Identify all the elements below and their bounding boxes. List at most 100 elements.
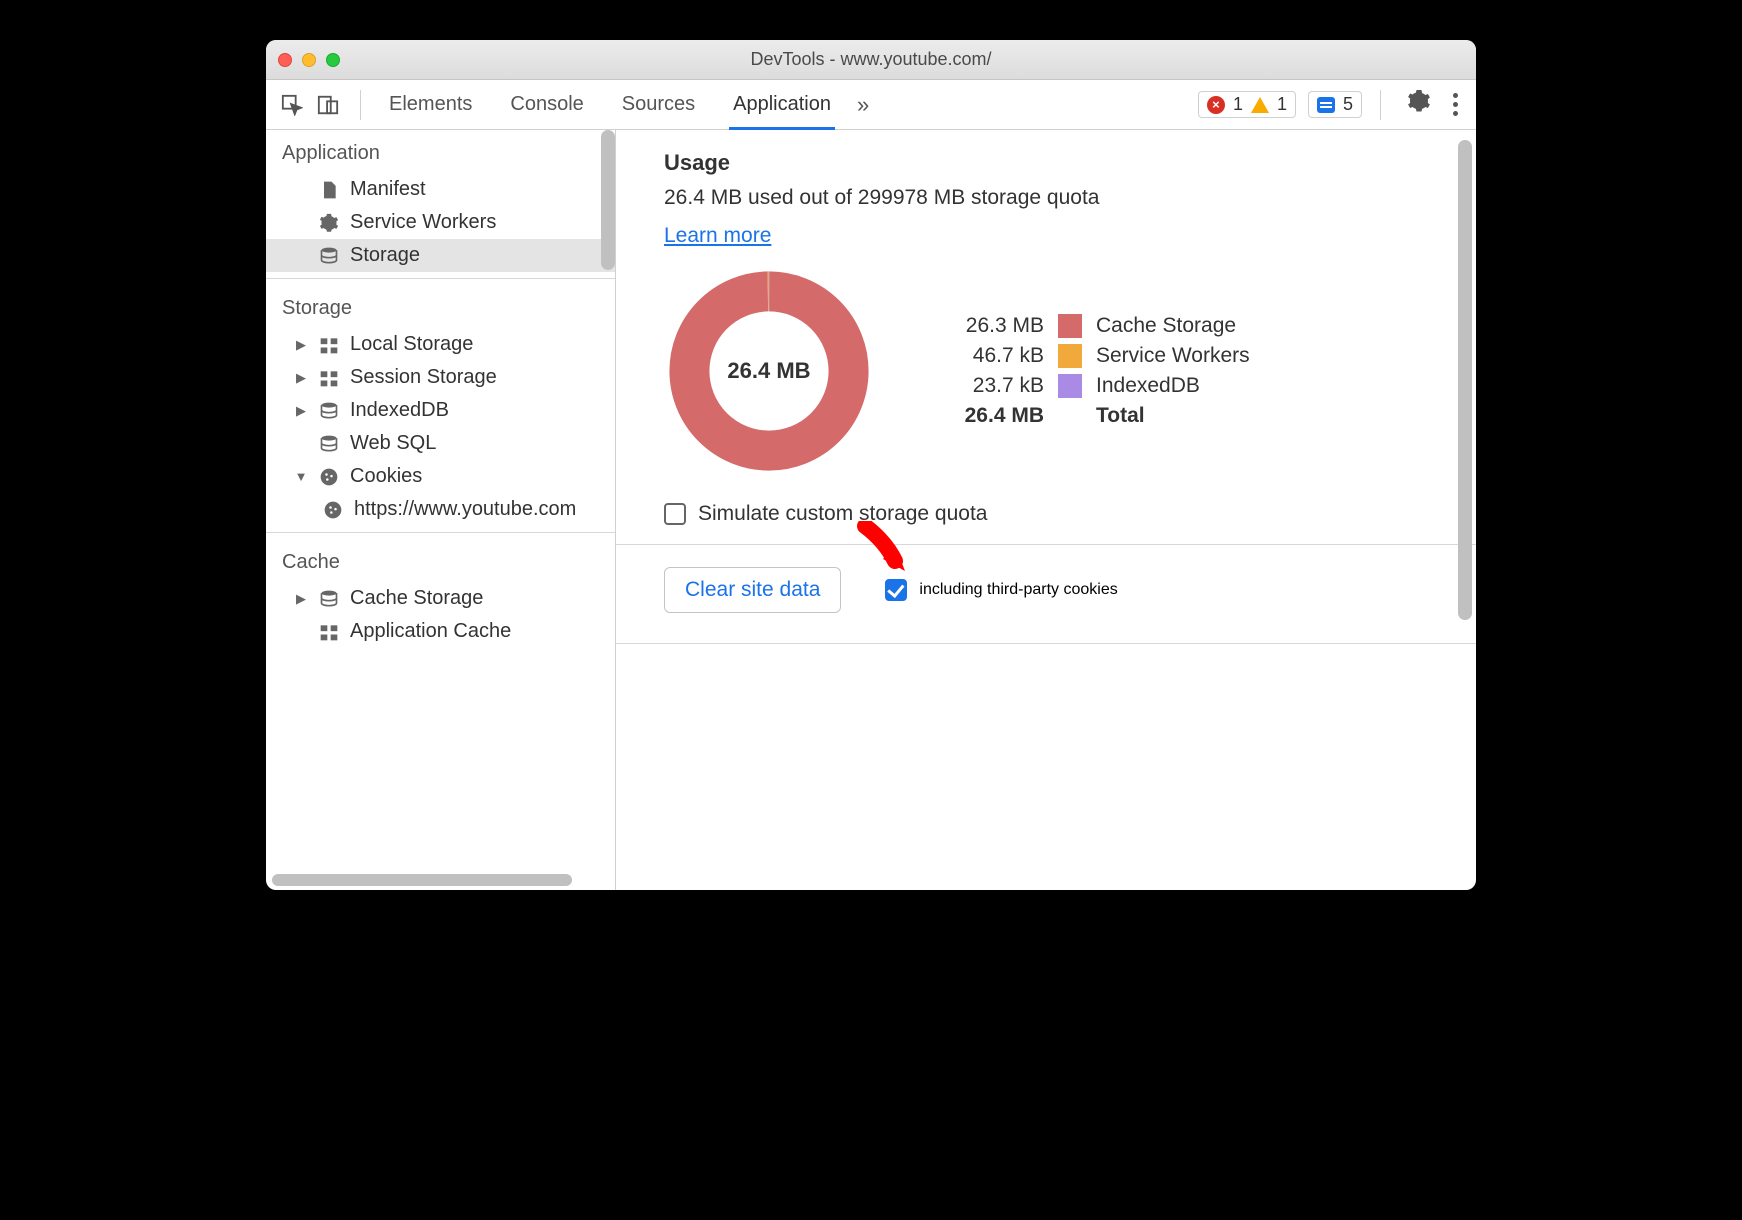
cookie-icon (322, 499, 344, 521)
warning-count: 1 (1277, 94, 1287, 115)
grid-icon (318, 621, 340, 643)
more-tabs-icon[interactable]: » (857, 92, 869, 118)
settings-icon[interactable] (1407, 89, 1431, 120)
legend-total-row: 26.4 MB Total (944, 404, 1250, 428)
sidebar-item-application-cache[interactable]: Application Cache (266, 615, 615, 648)
legend-swatch (1058, 314, 1082, 338)
sidebar-item-label: https://www.youtube.com (354, 498, 576, 521)
devtools-toolbar: Elements Console Sources Application » ×… (266, 80, 1476, 130)
db-icon (318, 400, 340, 422)
errors-warnings-counter[interactable]: × 1 1 (1198, 91, 1296, 118)
annotation-arrow-icon (855, 521, 915, 581)
application-sidebar: Application Manifest Service Workers Storag… (266, 130, 616, 890)
window-title: DevTools - www.youtube.com/ (266, 49, 1476, 70)
sidebar-item-label: Cookies (350, 465, 422, 488)
sidebar-item-label: IndexedDB (350, 399, 449, 422)
sidebar-scrollbar[interactable] (601, 130, 615, 270)
message-count: 5 (1343, 94, 1353, 115)
messages-counter[interactable]: 5 (1308, 91, 1362, 118)
legend-value: 26.4 MB (944, 404, 1044, 428)
sidebar-item-service-workers[interactable]: Service Workers (266, 206, 615, 239)
tab-application[interactable]: Application (729, 80, 835, 130)
legend-value: 26.3 MB (944, 314, 1044, 338)
legend-row: 26.3 MB Cache Storage (944, 314, 1250, 338)
third-party-cookies-checkbox[interactable] (885, 579, 907, 601)
legend-row: 46.7 kB Service Workers (944, 344, 1250, 368)
sidebar-item-storage[interactable]: Storage (266, 239, 615, 272)
tab-sources[interactable]: Sources (618, 80, 699, 130)
error-count: 1 (1233, 94, 1243, 115)
legend-value: 46.7 kB (944, 344, 1044, 368)
panel-body: Application Manifest Service Workers Storag… (266, 130, 1476, 890)
message-icon (1317, 97, 1335, 113)
clear-site-data-button[interactable]: Clear site data (664, 567, 841, 613)
legend-value: 23.7 kB (944, 374, 1044, 398)
sidebar-h-scrollbar[interactable] (272, 874, 572, 886)
device-toggle-icon[interactable] (314, 91, 342, 119)
sidebar-item-label: Application Cache (350, 620, 511, 643)
db-icon (318, 588, 340, 610)
donut-center-label: 26.4 MB (664, 266, 874, 476)
file-icon (318, 179, 340, 201)
legend-swatch (1058, 344, 1082, 368)
learn-more-link[interactable]: Learn more (664, 224, 771, 247)
grid-icon (318, 367, 340, 389)
sidebar-item-session-storage[interactable]: ▶Session Storage (266, 361, 615, 394)
simulate-quota-checkbox[interactable] (664, 503, 686, 525)
db-icon (318, 433, 340, 455)
separator (1380, 90, 1381, 120)
usage-chart-row: 26.4 MB 26.3 MB Cache Storage 46.7 kB Servi… (664, 266, 1428, 476)
tab-console[interactable]: Console (506, 80, 587, 130)
sidebar-item-child[interactable]: https://www.youtube.com (266, 493, 615, 526)
separator (266, 532, 615, 533)
usage-heading: Usage (664, 150, 1428, 176)
sidebar-item-local-storage[interactable]: ▶Local Storage (266, 328, 615, 361)
simulate-quota-label: Simulate custom storage quota (698, 502, 988, 526)
sidebar-item-label: Manifest (350, 178, 426, 201)
sidebar-item-manifest[interactable]: Manifest (266, 173, 615, 206)
third-party-cookies-label: including third-party cookies (919, 581, 1117, 599)
warning-icon (1251, 97, 1269, 113)
separator (360, 90, 361, 120)
legend-row: 23.7 kB IndexedDB (944, 374, 1250, 398)
sidebar-item-label: Cache Storage (350, 587, 483, 610)
sidebar-item-label: Service Workers (350, 211, 496, 234)
sidebar-item-cache-storage[interactable]: ▶Cache Storage (266, 582, 615, 615)
sidebar-item-label: Local Storage (350, 333, 473, 356)
sidebar-item-cookies[interactable]: ▼Cookies (266, 460, 615, 493)
legend-label: Total (1096, 404, 1145, 428)
sidebar-item-label: Web SQL (350, 432, 436, 455)
grid-icon (318, 334, 340, 356)
storage-panel: Usage 26.4 MB used out of 299978 MB stor… (616, 130, 1476, 890)
sidebar-item-web-sql[interactable]: Web SQL (266, 427, 615, 460)
usage-donut-chart: 26.4 MB (664, 266, 874, 476)
simulate-quota-row[interactable]: Simulate custom storage quota (664, 502, 1428, 526)
tab-elements[interactable]: Elements (385, 80, 476, 130)
legend-swatch (1058, 374, 1082, 398)
clear-data-row: Clear site data including third-party co… (616, 545, 1476, 643)
sidebar-group-title: Storage (266, 285, 615, 328)
sidebar-group-title: Cache (266, 539, 615, 582)
legend-label: IndexedDB (1096, 374, 1200, 398)
issue-counters: × 1 1 5 (1198, 91, 1362, 118)
error-icon: × (1207, 96, 1225, 114)
gear-icon (318, 212, 340, 234)
panel-tabs: Elements Console Sources Application (385, 80, 835, 130)
devtools-window: DevTools - www.youtube.com/ Elements Con… (266, 40, 1476, 890)
titlebar: DevTools - www.youtube.com/ (266, 40, 1476, 80)
more-menu-icon[interactable] (1447, 93, 1464, 116)
sidebar-group-title: Application (266, 130, 615, 173)
usage-section: Usage 26.4 MB used out of 299978 MB stor… (616, 130, 1476, 544)
sidebar-item-indexeddb[interactable]: ▶IndexedDB (266, 394, 615, 427)
legend-label: Service Workers (1096, 344, 1250, 368)
usage-summary: 26.4 MB used out of 299978 MB storage qu… (664, 186, 1428, 210)
main-scrollbar[interactable] (1458, 140, 1472, 620)
separator (266, 278, 615, 279)
sidebar-item-label: Session Storage (350, 366, 497, 389)
sidebar-item-label: Storage (350, 244, 420, 267)
legend-label: Cache Storage (1096, 314, 1236, 338)
cookie-icon (318, 466, 340, 488)
db-icon (318, 245, 340, 267)
inspect-element-icon[interactable] (278, 91, 306, 119)
usage-legend: 26.3 MB Cache Storage 46.7 kB Service Worke… (944, 308, 1250, 434)
